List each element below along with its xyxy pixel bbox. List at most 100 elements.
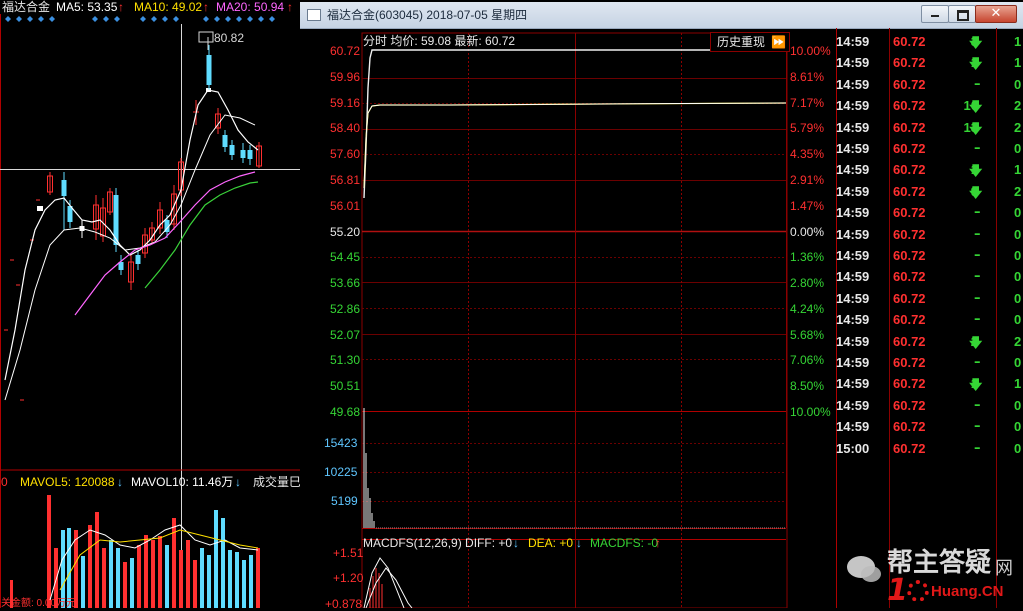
trade-row: 14:59 60.72 2 🡇 2 [836, 334, 1023, 352]
trade-row: 14:59 60.72 – 0 [836, 205, 1023, 223]
pct-tick: 5.68% [790, 328, 825, 342]
trade-row: 14:59 60.72 – 0 [836, 291, 1023, 309]
trade-time: 14:59 [836, 419, 870, 435]
watermark-net: 网 [995, 558, 1013, 579]
watermark: 帮主答疑 1 Huang.CN 网 [845, 548, 1023, 608]
trade-row: 14:59 60.72 – 0 [836, 312, 1023, 330]
trade-row: 14:59 60.72 9 🡇 2 [836, 184, 1023, 202]
pct-tick: 10.00% [790, 44, 831, 58]
ma10-line [4, 114, 256, 401]
trade-row: 14:59 60.72 10 🡇 2 [836, 98, 1023, 116]
mavol10-arrow: ↓ [235, 475, 241, 489]
trade-count: 0 [1014, 269, 1022, 285]
trade-price: 60.72 [893, 269, 926, 285]
trade-price: 60.72 [893, 376, 926, 392]
trade-price: 60.72 [893, 355, 926, 370]
trade-row: 14:59 60.72 3 🡇 1 [836, 34, 1023, 52]
trade-row: 14:59 60.72 1 🡇 1 [836, 55, 1023, 73]
trade-time: 14:59 [836, 290, 870, 306]
price-tick: 52.86 [330, 302, 361, 316]
trade-tick-list: 14:59 60.72 3 🡇 1 14:59 60.72 1 🡇 1 14:59 60.72–0 14… [836, 34, 1023, 464]
trade-price: 60.72 [893, 98, 926, 114]
volume-label-cut: 成交量巳 [253, 475, 302, 489]
pct-tick: 8.61% [790, 70, 825, 84]
price-tick: 50.51 [330, 379, 361, 393]
trade-volume-empty: – [974, 312, 981, 328]
trade-time: 14:59 [836, 376, 870, 392]
price-tick: 58.40 [330, 121, 361, 135]
window-titlebar[interactable]: 福达合金(603045) 2018-07-05 星期四 ✕ [300, 2, 1023, 29]
down-arrow-icon: 🡇 [969, 378, 983, 394]
trade-time: 14:59 [836, 183, 870, 199]
trade-count: 0 [1014, 226, 1022, 242]
trade-time: 14:59 [836, 355, 870, 370]
pct-tick: 2.80% [790, 276, 825, 290]
down-arrow-icon: 🡇 [969, 335, 983, 351]
trade-count: 2 [1014, 183, 1022, 199]
price-tick: 52.07 [330, 328, 361, 342]
volume-tick: 5199 [331, 494, 358, 508]
trade-price: 60.72 [893, 248, 926, 263]
trade-count: 0 [1014, 397, 1022, 413]
down-arrow-icon: 🡇 [969, 36, 983, 51]
window-app-icon [307, 9, 321, 21]
price-tick: 51.30 [330, 353, 361, 367]
trade-count: 0 [1014, 355, 1022, 370]
trade-row: 14:59 60.72 1 🡇 1 [836, 376, 1023, 394]
trade-volume-empty: – [974, 226, 981, 242]
trade-time: 14:59 [836, 76, 870, 92]
trade-time: 15:00 [836, 440, 870, 456]
trade-row: 14:59 60.72 – 0 [836, 77, 1023, 95]
price-tick: 53.66 [330, 276, 361, 290]
trade-time: 14:59 [836, 141, 870, 156]
candles [47, 45, 262, 290]
trade-time: 14:59 [836, 269, 870, 285]
price-tick: 49.68 [330, 405, 361, 419]
close-button[interactable]: ✕ [975, 5, 1017, 23]
macd-dea-arrow: ↓ [576, 536, 582, 550]
trade-price: 60.72 [893, 397, 926, 413]
macd-header: MACDFS(12,26,9) DIFF: +0 [363, 536, 513, 550]
trade-volume-empty: – [974, 76, 981, 92]
trade-row: 15:00 60.72 – 0 [836, 441, 1023, 459]
trade-price: 60.72 [893, 119, 926, 135]
pct-tick: 1.47% [790, 199, 825, 213]
price-tick: 56.01 [330, 199, 361, 213]
macd-diff-arrow: ↓ [513, 536, 519, 550]
pct-tick: 7.06% [790, 353, 825, 367]
trade-price: 60.72 [893, 290, 926, 306]
down-arrow-icon: 🡇 [969, 57, 983, 73]
trade-time: 14:59 [836, 333, 870, 349]
price-tick: 57.60 [330, 147, 361, 161]
trade-price: 60.72 [893, 312, 926, 328]
trade-count: 1 [1014, 162, 1022, 178]
trade-volume-empty: – [974, 141, 981, 156]
maximize-button[interactable] [948, 5, 976, 23]
down-arrow-icon: 🡇 [969, 121, 983, 137]
trade-row: 14:59 60.72 – 0 [836, 419, 1023, 437]
trade-count: 1 [1014, 34, 1022, 49]
trade-count: 0 [1014, 290, 1022, 306]
trade-count: 1 [1014, 376, 1022, 392]
close-icon: ✕ [990, 6, 1002, 21]
history-replay-button[interactable]: 历史重现 ⏩ [710, 32, 790, 52]
pct-tick: 10.00% [790, 405, 831, 419]
trade-volume-empty: – [974, 397, 981, 413]
trade-time: 14:59 [836, 98, 870, 114]
minimize-button[interactable] [921, 5, 949, 23]
trade-time: 14:59 [836, 162, 870, 178]
gear-icon [907, 580, 929, 602]
trade-time: 14:59 [836, 226, 870, 242]
trade-price: 60.72 [893, 333, 926, 349]
pct-tick: 2.91% [790, 173, 825, 187]
vol-label-0: 0 [1, 475, 8, 489]
diamond-marker-row [5, 16, 275, 22]
kline-chart-panel: 福达合金 MA5: 53.35 ↑ MA10: 49.02 ↑ MA20: 50… [0, 0, 302, 609]
trade-price: 60.72 [893, 76, 926, 92]
high-marker-label: 80.82 [214, 31, 245, 45]
trade-volume-empty: – [974, 269, 981, 285]
trade-count: 2 [1014, 98, 1022, 114]
down-arrow-icon: 🡇 [969, 164, 983, 180]
trade-count: 2 [1014, 333, 1022, 349]
trade-price: 60.72 [893, 419, 926, 435]
